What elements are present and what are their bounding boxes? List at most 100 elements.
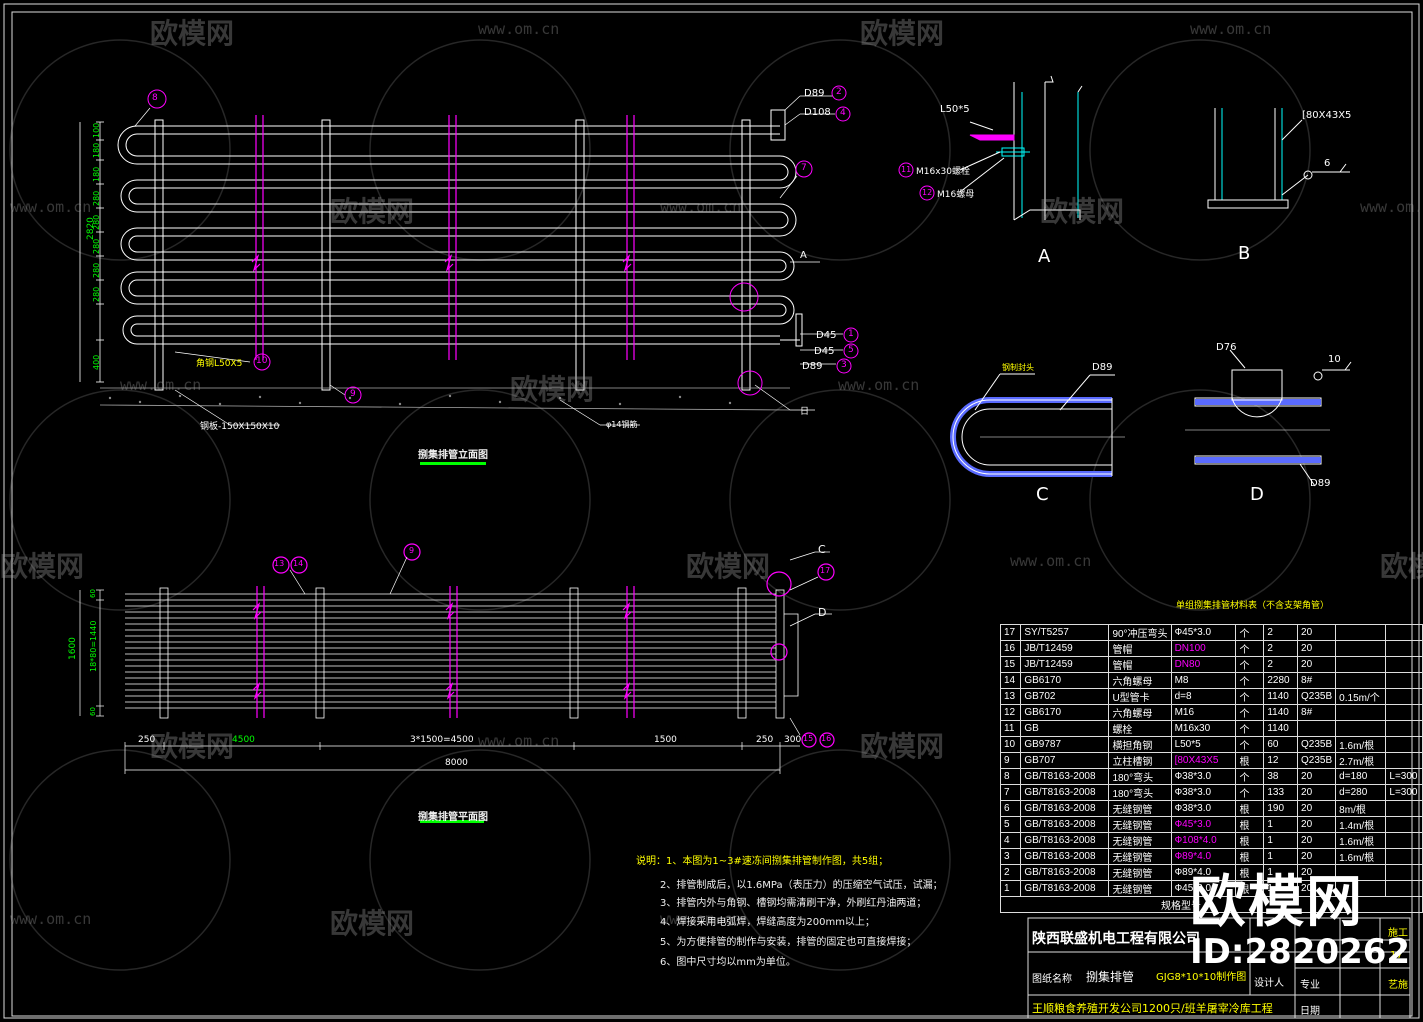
watermark-url: www.om.cn xyxy=(1010,552,1092,570)
bom-cell: GB/T8163-2008 xyxy=(1020,768,1110,785)
bom-cell xyxy=(1385,704,1423,721)
bom-cell: DN100 xyxy=(1170,640,1237,657)
bom-cell: 1 xyxy=(999,880,1022,897)
bom-cell: 20 xyxy=(1297,800,1337,817)
bom-cell: 2280 xyxy=(1263,672,1299,689)
bom-cell xyxy=(1335,672,1387,689)
dim: 280 xyxy=(92,262,101,278)
bom-cell: 6 xyxy=(999,800,1022,817)
bom-cell: 1140 xyxy=(1263,720,1299,737)
bom-cell: Ф38*3.0 xyxy=(1170,800,1237,817)
watermark-url: www.om.cn xyxy=(120,376,202,394)
bom-cell: 1.6m/根 xyxy=(1335,832,1387,849)
label-d45: D45 xyxy=(816,330,837,341)
bom-cell: DN80 xyxy=(1170,656,1237,673)
bom-cell: 20 xyxy=(1297,624,1337,641)
label-d45: D45 xyxy=(814,346,835,357)
bom-cell: 8# xyxy=(1297,672,1337,689)
bom-cell: 1 xyxy=(1263,832,1299,849)
dim: 18*80=1440 xyxy=(89,620,98,672)
label-d89-top: D89 xyxy=(804,88,825,99)
bom-cell: 根 xyxy=(1235,832,1265,849)
bom-cell: JB/T12459 xyxy=(1020,640,1110,657)
ground-hatch xyxy=(99,387,791,411)
bom-cell: 17 xyxy=(999,624,1022,641)
bom-cell: 个 xyxy=(1235,704,1265,721)
watermark-logo: 欧模网 xyxy=(860,17,945,50)
detail-c xyxy=(950,373,1125,477)
watermark-stamp: 欧模网 ID:2820262 xyxy=(1190,870,1410,970)
bom-cell: 14 xyxy=(999,672,1022,689)
notes-header: 说明：1、本图为1~3#速冻间捌集排管制作图，共5组； xyxy=(636,856,889,867)
dim: 1500 xyxy=(654,735,677,745)
callout: 1 xyxy=(848,329,854,339)
bom-cell: Ф38*3.0 xyxy=(1170,768,1237,785)
bom-cell: d=280 xyxy=(1335,784,1387,801)
watermark-url: www.om.cn xyxy=(838,376,920,394)
dim: 250 xyxy=(756,735,774,745)
bom-cell: 2.7m/根 xyxy=(1335,752,1387,769)
bom-cell: d=180 xyxy=(1335,768,1387,785)
stamp-brand: 欧模网 xyxy=(1190,870,1364,935)
bom-cell: 4 xyxy=(999,832,1022,849)
bom-cell: 20 xyxy=(1297,832,1337,849)
callout: 10 xyxy=(256,356,268,366)
dim: 300 xyxy=(784,735,802,745)
label-c: C xyxy=(818,543,826,556)
designer-label: 设计人 xyxy=(1254,978,1284,989)
bom-cell: 横担角钢 xyxy=(1108,736,1172,753)
callout: 12 xyxy=(922,188,933,197)
bom-cell: GB/T8163-2008 xyxy=(1020,832,1110,849)
bom-cell: [80X43X5 xyxy=(1170,752,1237,769)
bom-cell xyxy=(1385,736,1423,753)
bom-cell: 20 xyxy=(1297,768,1337,785)
bom-cell: 2 xyxy=(999,864,1022,881)
bom-cell: 1140 xyxy=(1263,704,1299,721)
bom-cell: 无缝钢管 xyxy=(1108,848,1172,865)
bom-cell: 60 xyxy=(1263,736,1299,753)
callout: 16 xyxy=(821,734,832,743)
bom-row: 14 GB6170 六角螺母 M8 个 2280 8# xyxy=(999,672,1423,689)
dim: 280 xyxy=(92,238,101,254)
label-plate: 钢板-150X150X10 xyxy=(200,422,280,432)
bom-cell: 180°弯头 xyxy=(1108,784,1172,801)
bom-row: 15 JB/T12459 管帽 DN80 个 2 20 xyxy=(999,656,1423,673)
bom-cell: L=300 xyxy=(1385,784,1423,801)
detail-d-d89: D89 xyxy=(1310,478,1331,489)
bom-cell: 无缝钢管 xyxy=(1108,800,1172,817)
bom-row: 17 SY/T5257 90°冲压弯头 Ф45*3.0 个 2 20 xyxy=(999,624,1423,641)
bom-cell: 8# xyxy=(1297,704,1337,721)
bom-cell: 个 xyxy=(1235,672,1265,689)
bom-cell: Ф45*3.0 xyxy=(1170,624,1237,641)
bom-cell: 个 xyxy=(1235,624,1265,641)
drawing-name: 捌集排管 xyxy=(1086,970,1135,984)
plan-total-width: 1600 xyxy=(68,637,78,660)
bom-cell: M16x30 xyxy=(1170,720,1237,737)
elevation-view xyxy=(79,85,859,465)
callout: 8 xyxy=(152,93,158,103)
bom-cell: 10 xyxy=(999,736,1022,753)
bom-cell: Ф45*3.0 xyxy=(1170,816,1237,833)
watermark-logo: 欧模网 xyxy=(150,730,235,763)
bom-row: 16 JB/T12459 管帽 DN100 个 2 20 xyxy=(999,640,1423,657)
bom-row: 7 GB/T8163-2008 180°弯头 Ф38*3.0 个 133 20 d=280 L=… xyxy=(999,784,1423,801)
bom-cell: GB702 xyxy=(1020,688,1110,705)
bom-cell: 无缝钢管 xyxy=(1108,864,1172,881)
bom-cell xyxy=(1385,720,1423,737)
bom-cell: 个 xyxy=(1235,640,1265,657)
bom-cell: GB707 xyxy=(1020,752,1110,769)
note-line: 6、图中尺寸均以mm为单位。 xyxy=(660,957,796,968)
bom-cell: JB/T12459 xyxy=(1020,656,1110,673)
bom-cell: L50*5 xyxy=(1170,736,1237,753)
bom-cell: GB6170 xyxy=(1020,672,1110,689)
bom-cell: 个 xyxy=(1235,736,1265,753)
detail-c-title: C xyxy=(1036,484,1049,505)
bom-cell xyxy=(1335,640,1387,657)
bom-cell: 管帽 xyxy=(1108,640,1172,657)
bom-cell: Q235B xyxy=(1297,688,1337,705)
callout: 17 xyxy=(820,566,831,575)
company-name: 陕西联盛机电工程有限公司 xyxy=(1032,931,1200,947)
bom-row: 12 GB6170 六角螺母 M16 个 1140 8# xyxy=(999,704,1423,721)
bom-cell: 8m/根 xyxy=(1335,800,1387,817)
bom-cell: 5 xyxy=(999,816,1022,833)
